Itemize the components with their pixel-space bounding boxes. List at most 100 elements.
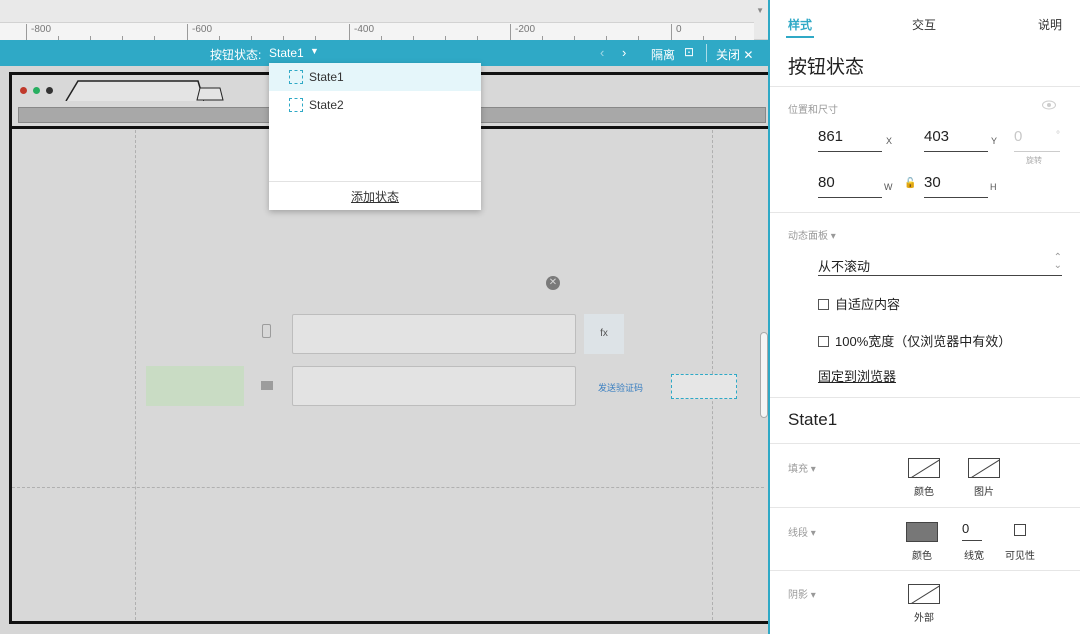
fit-content-checkbox[interactable]: 自适应内容 (818, 294, 900, 313)
state-icon (289, 70, 303, 84)
width-field[interactable]: 80 (818, 174, 882, 198)
canvas-scroll-handle[interactable] (760, 332, 768, 418)
minimize-dot-icon (46, 87, 53, 94)
fill-color-label: 颜色 (914, 487, 934, 498)
stroke-label-text: 线段 (788, 528, 808, 539)
state-option-2[interactable]: State2 (269, 91, 481, 119)
close-editor-button[interactable]: 关闭 ✕ (716, 46, 753, 63)
state-dropdown: State1 State2 添加状态 (269, 63, 481, 210)
rotation-field[interactable]: 0 ° (1014, 128, 1060, 152)
h-unit-label: H (990, 182, 997, 192)
phone-icon (262, 324, 271, 338)
previous-state-icon[interactable]: ‹ (600, 45, 604, 60)
lock-icon[interactable]: 🔓 (904, 178, 916, 189)
shadow-label-text: 阴影 (788, 590, 808, 601)
active-tab-indicator (786, 36, 814, 38)
stroke-width-label: 线宽 (964, 551, 984, 562)
tab-notes[interactable]: 说明 (1038, 16, 1062, 33)
add-state-button[interactable]: 添加状态 (269, 188, 481, 205)
ruler-tick (671, 24, 672, 40)
maximize-dot-icon (33, 87, 40, 94)
stroke-width-field[interactable]: 0 (962, 521, 982, 541)
rotation-degree-unit: ° (1056, 130, 1060, 141)
scroll-select-value: 从不滚动 (818, 259, 871, 274)
fill-label[interactable]: 填充 ▾ (788, 460, 816, 475)
ruler-tick (26, 24, 27, 40)
stroke-visibility-label: 可见性 (1005, 551, 1035, 562)
fill-label-text: 填充 (788, 464, 808, 475)
next-state-icon[interactable]: › (622, 45, 626, 60)
close-circle-icon[interactable]: ✕ (546, 276, 560, 290)
tab-style[interactable]: 样式 (788, 16, 812, 33)
checkbox-icon (818, 336, 829, 347)
w-unit-label: W (884, 182, 893, 192)
eye-icon[interactable] (1042, 100, 1056, 110)
empty-swatch-icon (911, 585, 939, 603)
y-field[interactable]: 403 (924, 128, 988, 152)
dynamic-panel-label[interactable]: 动态面板 ▾ (788, 227, 836, 242)
selected-button-widget[interactable] (671, 374, 737, 399)
outer-shadow-label: 外部 (914, 613, 934, 624)
stroke-visibility-toggle[interactable] (1014, 524, 1026, 536)
ruler-collapse-icon[interactable]: ▼ (756, 6, 764, 15)
pin-to-browser-link[interactable]: 固定到浏览器 (818, 366, 896, 385)
select-arrows-icon: ⌃ ⌄ (1053, 252, 1062, 271)
ruler-label: -600 (192, 24, 213, 35)
horizontal-ruler: -800 -600 -400 -200 0 ▼ (0, 0, 768, 40)
green-rectangle[interactable] (146, 366, 244, 406)
fx-button[interactable]: fx (584, 314, 624, 354)
rotation-value: 0 (1014, 128, 1023, 145)
state-option-label: State2 (309, 98, 344, 112)
isolate-icon[interactable]: ⊡ (684, 45, 694, 59)
browser-tab-shape (65, 80, 204, 101)
divider (706, 44, 707, 62)
empty-swatch-icon (971, 459, 999, 477)
close-dot-icon (20, 87, 27, 94)
mail-icon (261, 381, 273, 390)
design-canvas[interactable]: -800 -600 -400 -200 0 ▼ 按钮状态: State1 ▼ ‹… (0, 0, 768, 634)
scroll-behavior-select[interactable]: 从不滚动 ⌃ ⌄ (818, 252, 1062, 276)
divider (770, 86, 1080, 87)
ruler-label: -800 (31, 24, 52, 35)
tab-interaction[interactable]: 交互 (912, 16, 936, 33)
ruler-label: -400 (354, 24, 375, 35)
state-option-1[interactable]: State1 (269, 63, 481, 91)
fill-image-swatch[interactable] (968, 458, 1000, 478)
rotation-label: 旋转 (1026, 156, 1042, 165)
position-size-label: 位置和尺寸 (788, 105, 838, 116)
state-option-label: State1 (309, 70, 344, 84)
close-editor-label: 关闭 (716, 48, 741, 62)
isolate-button[interactable]: 隔离 (651, 46, 675, 63)
state-icon (289, 98, 303, 112)
state-selector[interactable]: State1 (269, 46, 304, 60)
divider (770, 507, 1080, 508)
divider (770, 570, 1080, 571)
page-title: 按钮状态 (788, 57, 865, 78)
x-field[interactable]: 861 (818, 128, 882, 152)
ruler-tick (510, 24, 511, 40)
verification-code-input[interactable] (292, 366, 576, 406)
ruler-label: -200 (515, 24, 536, 35)
fill-color-swatch[interactable] (908, 458, 940, 478)
stroke-color-label: 颜色 (912, 551, 932, 562)
y-unit-label: Y (991, 136, 998, 146)
guide-line (12, 487, 764, 488)
ruler-tick (349, 24, 350, 40)
full-width-checkbox[interactable]: 100%宽度（仅浏览器中有效） (818, 331, 1011, 350)
stroke-color-swatch[interactable] (906, 522, 938, 542)
state-heading: State1 (788, 410, 838, 429)
caret-down-icon[interactable]: ▼ (310, 46, 319, 56)
height-field[interactable]: 30 (924, 174, 988, 198)
outer-shadow-swatch[interactable] (908, 584, 940, 604)
phone-input[interactable] (292, 314, 576, 354)
inspector-panel: 样式 交互 说明 按钮状态 位置和尺寸 861 X 403 Y 0 ° 旋转 80… (768, 0, 1080, 634)
ruler-tick (187, 24, 188, 40)
dropdown-separator (269, 181, 481, 182)
empty-swatch-icon (911, 459, 939, 477)
full-width-label: 100%宽度（仅浏览器中有效） (835, 334, 1012, 349)
stroke-label[interactable]: 线段 ▾ (788, 524, 816, 539)
ruler-label: 0 (676, 24, 682, 35)
send-code-link[interactable]: 发送验证码 (598, 381, 643, 394)
shadow-label[interactable]: 阴影 ▾ (788, 586, 816, 601)
fit-content-label: 自适应内容 (835, 297, 901, 312)
